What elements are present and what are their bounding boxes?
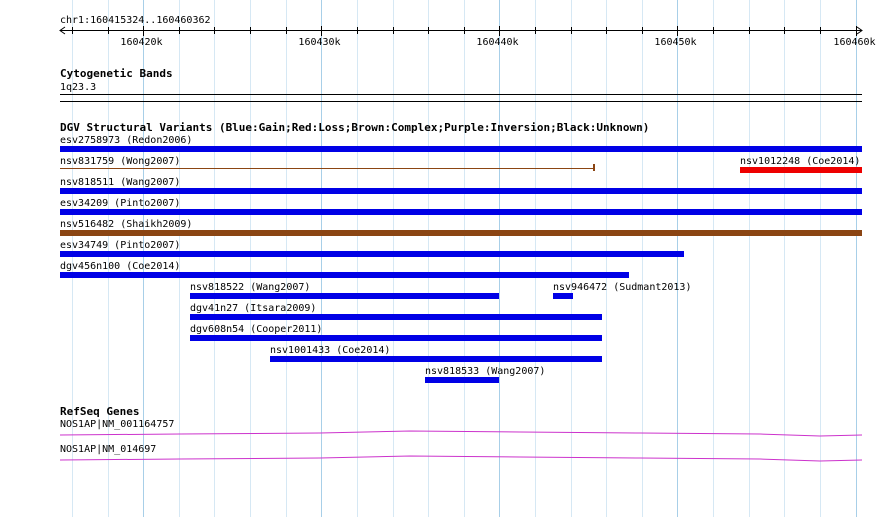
- dgv-feature-label[interactable]: nsv946472 (Sudmant2013): [553, 282, 691, 293]
- cytoband-top-line: [60, 94, 862, 95]
- dgv-feature-bar[interactable]: [60, 230, 862, 236]
- dgv-feature-label[interactable]: nsv818522 (Wang2007): [190, 282, 310, 293]
- dgv-feature-end-cap: [593, 164, 595, 171]
- dgv-feature-bar[interactable]: [740, 167, 862, 173]
- dgv-feature-label[interactable]: dgv456n100 (Coe2014): [60, 261, 180, 272]
- refseq-track-title: RefSeq Genes: [60, 405, 140, 418]
- refseq-gene-model[interactable]: [0, 450, 890, 470]
- dgv-feature-label[interactable]: nsv831759 (Wong2007): [60, 156, 180, 167]
- dgv-feature-bar[interactable]: [60, 272, 629, 278]
- ruler-tick-label: 160440k: [476, 37, 518, 48]
- dgv-track-title: DGV Structural Variants (Blue:Gain;Red:L…: [60, 121, 650, 134]
- dgv-feature-label[interactable]: dgv41n27 (Itsara2009): [190, 303, 316, 314]
- dgv-feature-bar[interactable]: [553, 293, 573, 299]
- ruler-tick-label: 160450k: [654, 37, 696, 48]
- dgv-feature-bar[interactable]: [190, 293, 499, 299]
- cytoband-bottom-line: [60, 101, 862, 102]
- ruler-tick-label: 160420k: [120, 37, 162, 48]
- dgv-feature-label[interactable]: nsv818533 (Wang2007): [425, 366, 545, 377]
- refseq-gene-model[interactable]: [0, 425, 890, 445]
- track-view: chr1:160415324..160460362 160420k 160430k…: [0, 0, 890, 517]
- dgv-feature-label[interactable]: esv34749 (Pinto2007): [60, 240, 180, 251]
- dgv-feature-bar[interactable]: [190, 335, 602, 341]
- dgv-feature-line[interactable]: [60, 168, 594, 169]
- dgv-feature-label[interactable]: esv2758973 (Redon2006): [60, 135, 192, 146]
- coordinate-ruler[interactable]: 160420k 160430k 160440k 160450k 160460k: [0, 0, 890, 60]
- dgv-feature-label[interactable]: dgv608n54 (Cooper2011): [190, 324, 322, 335]
- dgv-feature-label[interactable]: nsv818511 (Wang2007): [60, 177, 180, 188]
- dgv-feature-bar[interactable]: [190, 314, 602, 320]
- dgv-feature-bar[interactable]: [60, 188, 862, 194]
- dgv-feature-label[interactable]: esv34209 (Pinto2007): [60, 198, 180, 209]
- ruler-tick-label: 160460k: [833, 37, 875, 48]
- dgv-feature-label[interactable]: nsv1001433 (Coe2014): [270, 345, 390, 356]
- cytoband-track-title: Cytogenetic Bands: [60, 67, 173, 80]
- refseq-gene-line: [59, 455, 863, 462]
- dgv-feature-bar[interactable]: [270, 356, 602, 362]
- dgv-feature-label[interactable]: nsv1012248 (Coe2014): [740, 156, 860, 167]
- dgv-feature-bar[interactable]: [60, 251, 684, 257]
- cytoband-label[interactable]: 1q23.3: [60, 82, 96, 93]
- refseq-gene-line: [59, 430, 863, 437]
- dgv-feature-bar[interactable]: [60, 209, 862, 215]
- ruler-tick-label: 160430k: [298, 37, 340, 48]
- dgv-feature-bar[interactable]: [425, 377, 499, 383]
- dgv-feature-label[interactable]: nsv516482 (Shaikh2009): [60, 219, 192, 230]
- dgv-feature-bar[interactable]: [60, 146, 862, 152]
